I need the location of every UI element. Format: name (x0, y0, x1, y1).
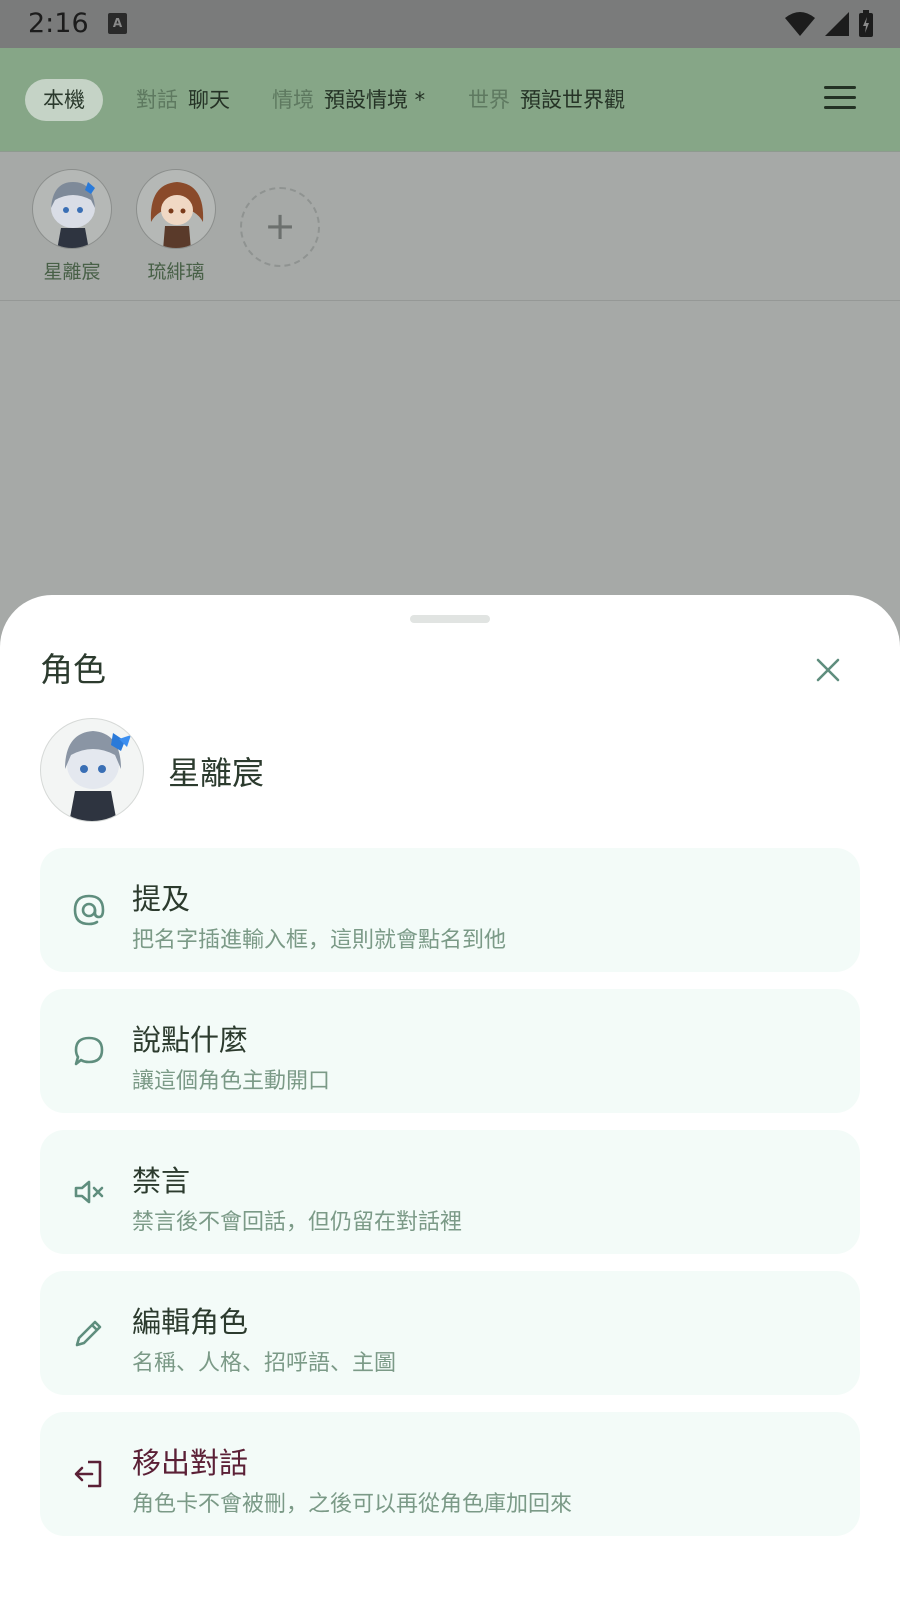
character-item[interactable]: 琉緋璃 (134, 169, 218, 284)
scenario-key: 情境 (272, 88, 314, 112)
action-description: 把名字插進輸入框，這則就會點名到他 (132, 928, 507, 953)
world-selector[interactable]: 世界 預設世界觀 (468, 84, 625, 114)
action-description: 名稱、人格、招呼語、主圖 (132, 1351, 397, 1376)
signal-icon (825, 12, 849, 36)
speak-action[interactable]: 說點什麼 讓這個角色主動開口 (40, 989, 860, 1113)
silver-haired-hooded-character-avatar (32, 169, 112, 249)
character-name: 琉緋璃 (147, 261, 205, 283)
local-chip[interactable]: 本機 (25, 79, 103, 121)
battery-icon (859, 10, 873, 37)
conversation-key: 對話 (136, 88, 178, 112)
screen: 2:16 A 本機 對話 聊天 情境 預設情境 * 世界 預設世界觀 星離宸 琉… (0, 0, 900, 1600)
chat-bubble-icon (74, 1036, 104, 1066)
character-name-heading: 星離宸 (168, 754, 265, 792)
exit-icon (74, 1460, 102, 1488)
action-title: 說點什麼 (132, 1023, 249, 1057)
mention-action[interactable]: 提及 把名字插進輸入框，這則就會點名到他 (40, 848, 860, 972)
character-bottom-sheet: 角色 星離宸 提及 把名字插進輸入框，這則就會點名到他 說點什麼 讓這個角色主動… (0, 595, 900, 1600)
action-description: 禁言後不會回話，但仍留在對話裡 (132, 1210, 463, 1235)
conversation-selector[interactable]: 對話 聊天 (136, 84, 230, 114)
status-time: 2:16 (28, 8, 89, 39)
action-description: 讓這個角色主動開口 (132, 1069, 331, 1094)
remove-from-conversation-action[interactable]: 移出對話 角色卡不會被刪，之後可以再從角色庫加回來 (40, 1412, 860, 1536)
close-icon[interactable] (808, 650, 848, 690)
hamburger-menu-icon[interactable] (820, 86, 860, 116)
action-title: 禁言 (132, 1164, 191, 1198)
pencil-icon (75, 1320, 102, 1347)
character-strip: 星離宸 琉緋璃 + (0, 153, 900, 301)
at-icon (73, 894, 105, 926)
conversation-value: 聊天 (188, 88, 230, 112)
character-name: 星離宸 (43, 261, 101, 283)
mute-action[interactable]: 禁言 禁言後不會回話，但仍留在對話裡 (40, 1130, 860, 1254)
scenario-value: 預設情境 * (324, 88, 426, 112)
character-item[interactable]: 星離宸 (30, 169, 114, 284)
action-description: 角色卡不會被刪，之後可以再從角色庫加回來 (132, 1492, 573, 1517)
drag-handle[interactable] (410, 615, 490, 623)
world-key: 世界 (468, 88, 510, 112)
mute-icon (74, 1180, 104, 1204)
status-icons (784, 10, 874, 38)
action-title: 提及 (132, 882, 191, 916)
notification-a-icon: A (108, 13, 127, 34)
action-title: 移出對話 (132, 1446, 249, 1480)
sheet-title: 角色 (40, 650, 106, 689)
character-avatar-large (40, 718, 144, 822)
world-value: 預設世界觀 (520, 88, 625, 112)
edit-character-action[interactable]: 編輯角色 名稱、人格、招呼語、主圖 (40, 1271, 860, 1395)
status-bar: 2:16 A (0, 0, 900, 48)
brown-haired-character-avatar (136, 169, 216, 249)
scenario-selector[interactable]: 情境 預設情境 * (272, 84, 425, 114)
action-title: 編輯角色 (132, 1305, 249, 1339)
top-bar: 本機 對話 聊天 情境 預設情境 * 世界 預設世界觀 (0, 48, 900, 152)
add-character-button[interactable]: + (240, 187, 320, 267)
wifi-icon (785, 12, 815, 36)
